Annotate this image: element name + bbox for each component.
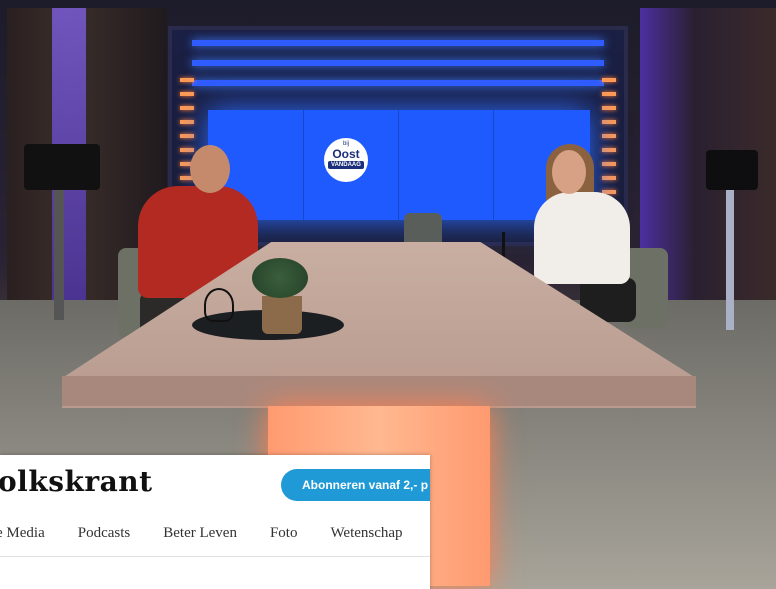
- nav-item-foto[interactable]: Foto: [270, 525, 298, 542]
- led-stripe: [192, 80, 604, 86]
- potted-plant: [252, 258, 308, 298]
- nav-divider: [0, 556, 430, 557]
- subscribe-button[interactable]: Abonneren vanaf 2,- p: [281, 469, 430, 501]
- led-stripe: [192, 60, 604, 66]
- woman-white-top: [534, 192, 630, 284]
- lantern-decor: [204, 288, 234, 322]
- empty-chair: [404, 213, 442, 243]
- table-edge: [62, 376, 696, 406]
- video-wall-screen: [208, 110, 590, 220]
- camera-right: [706, 150, 758, 190]
- woman-head: [552, 150, 586, 194]
- nav-item-wetenschap[interactable]: Wetenschap: [330, 525, 402, 542]
- tripod-right: [726, 190, 734, 330]
- camera-left: [24, 144, 100, 190]
- nav-item-media[interactable]: e Media: [0, 525, 45, 542]
- section-nav: e Media Podcasts Beter Leven Foto Wetens…: [0, 525, 403, 542]
- newspaper-header-card: olkskrant Abonneren vanaf 2,- p e Media …: [0, 455, 430, 589]
- orange-light-column-right: [602, 78, 616, 208]
- plant-pot: [262, 296, 302, 334]
- tripod-left: [54, 190, 64, 320]
- newspaper-logo[interactable]: olkskrant: [0, 465, 153, 498]
- man-head: [190, 145, 230, 193]
- nav-item-podcasts[interactable]: Podcasts: [78, 525, 131, 542]
- led-stripe: [192, 40, 604, 46]
- oost-vandaag-logo: bij Oost VANDAAG: [324, 138, 368, 182]
- logo-main-text: Oost: [332, 147, 360, 161]
- logo-bottom-text: VANDAAG: [328, 161, 364, 169]
- nav-item-beter-leven[interactable]: Beter Leven: [163, 525, 237, 542]
